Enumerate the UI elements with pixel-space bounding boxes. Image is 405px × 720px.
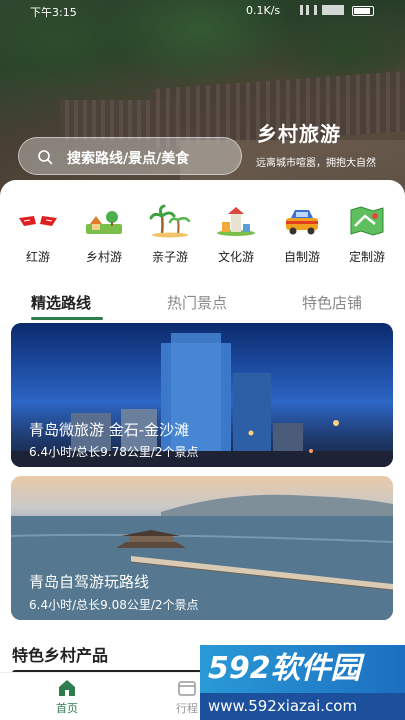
red-tour-icon (19, 216, 57, 226)
hero-title: 乡村旅游 (257, 122, 341, 146)
route-card[interactable]: 青岛自驾游玩路线 6.4小时/总长9.08公里/2个景点 (11, 476, 393, 620)
route-meta: 6.4小时/总长9.78公里/2个景点 (29, 445, 199, 459)
category-culture[interactable]: 文化游 (206, 204, 266, 265)
category-label: 定制游 (348, 250, 385, 264)
category-grid: 红游 乡村游 亲子游 文化游 自制游 定制游 (0, 204, 405, 274)
status-bar: 下午3:15 0.1K/s (0, 0, 405, 22)
culture-icon (217, 207, 255, 236)
route-meta: 6.4小时/总长9.08公里/2个景点 (29, 598, 199, 612)
category-custom[interactable]: 定制游 (337, 204, 397, 265)
map-icon (350, 206, 384, 236)
content-sheet: 红游 乡村游 亲子游 文化游 自制游 定制游 精选路线 热门景点 特色店铺 青岛… (0, 180, 405, 720)
category-label: 红游 (25, 250, 50, 264)
category-label: 自制游 (283, 250, 320, 264)
route-card[interactable]: 青岛微旅游 金石-金沙滩 6.4小时/总长9.78公里/2个景点 (11, 323, 393, 467)
status-network-speed: 0.1K/s (246, 4, 281, 17)
signal-icon (300, 5, 344, 15)
tab-featured-routes[interactable]: 精选路线 (31, 292, 91, 313)
watermark-url: www.592xiazai.com (200, 693, 405, 720)
car-icon (286, 210, 318, 235)
category-village[interactable]: 乡村游 (74, 204, 134, 265)
tab-specialty-shops[interactable]: 特色店铺 (302, 292, 362, 313)
category-label: 乡村游 (85, 250, 122, 264)
search-bar[interactable]: 搜索路线/景点/美食 (18, 137, 242, 175)
hero-subtitle: 远离城市喧嚣，拥抱大自然 (256, 158, 376, 169)
watermark-brand: 592软件园 (200, 645, 405, 693)
category-self-drive[interactable]: 自制游 (272, 204, 332, 265)
battery-icon (352, 6, 374, 16)
tab-home[interactable]: 首页 (37, 679, 97, 716)
search-placeholder: 搜索路线/景点/美食 (67, 151, 190, 167)
route-title: 青岛自驾游玩路线 (29, 573, 150, 591)
tab-active-indicator (31, 317, 103, 320)
category-red-tour[interactable]: 红游 (8, 204, 68, 265)
section-title: 特色乡村产品 (12, 646, 109, 665)
search-icon (38, 150, 53, 165)
home-icon (59, 680, 75, 696)
category-label: 亲子游 (151, 250, 188, 264)
category-family[interactable]: 亲子游 (140, 204, 200, 265)
route-title: 青岛微旅游 金石-金沙滩 (29, 421, 190, 439)
itinerary-icon (178, 681, 196, 696)
palm-tree-icon (149, 204, 191, 238)
status-time: 下午3:15 (30, 6, 77, 19)
screen: 下午3:15 0.1K/s 乡村旅游 远离城市喧嚣，拥抱大自然 搜索路线/景点/… (0, 0, 405, 720)
village-icon (86, 211, 122, 234)
tab-label: 首页 (56, 702, 78, 715)
category-label: 文化游 (217, 250, 254, 264)
hero-banner: 下午3:15 0.1K/s 乡村旅游 远离城市喧嚣，拥抱大自然 搜索路线/景点/… (0, 0, 405, 200)
tab-popular-spots[interactable]: 热门景点 (167, 292, 227, 313)
watermark: 592软件园 www.592xiazai.com (200, 645, 405, 720)
